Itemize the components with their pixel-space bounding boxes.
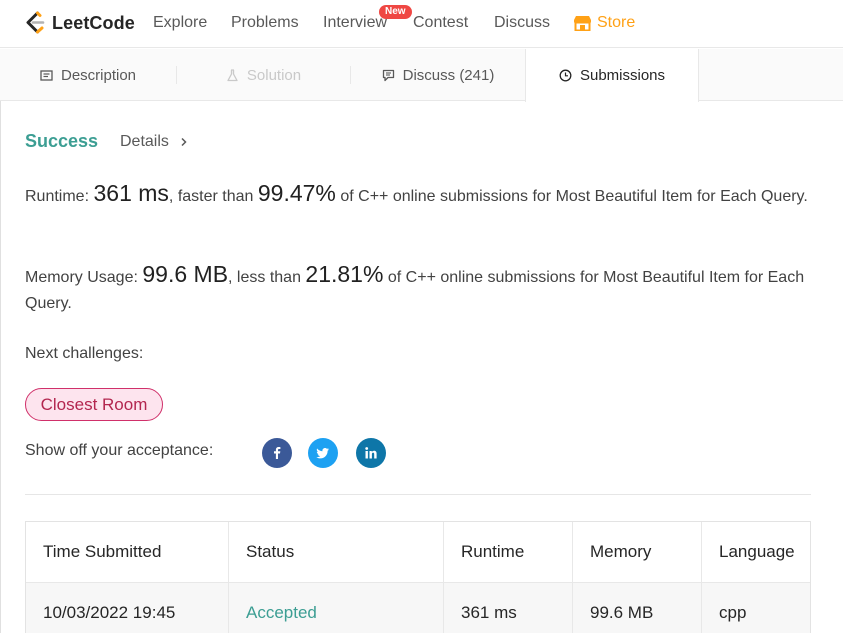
tab-description[interactable]: Description <box>0 49 176 101</box>
cell-language: cpp <box>719 603 747 622</box>
nav-discuss[interactable]: Discuss <box>494 14 550 32</box>
leetcode-logo-icon <box>26 11 45 34</box>
nav-contest[interactable]: Contest <box>413 14 468 32</box>
column-header-runtime[interactable]: Runtime <box>444 522 573 582</box>
new-badge: New <box>379 5 412 19</box>
cell-status-link[interactable]: Accepted <box>229 583 444 633</box>
column-header-time[interactable]: Time Submitted <box>26 522 229 582</box>
linkedin-icon[interactable] <box>356 438 386 468</box>
details-label: Details <box>120 133 169 150</box>
memory-label: Memory Usage: <box>25 269 138 286</box>
runtime-value: 361 ms <box>93 180 169 206</box>
problem-tabbar: Description Solution Discuss (241) Submi… <box>0 49 843 102</box>
tab-discuss[interactable]: Discuss (241) <box>351 49 525 101</box>
twitter-glyph <box>316 448 329 459</box>
column-header-memory[interactable]: Memory <box>573 522 702 582</box>
share-label: Show off your acceptance: <box>25 442 214 459</box>
runtime-comparison: , faster than <box>168 188 254 205</box>
runtime-suffix: of C++ online submissions for Most Beaut… <box>340 188 808 205</box>
nav-problems[interactable]: Problems <box>231 14 299 32</box>
submissions-table: Time Submitted Status Runtime Memory Lan… <box>25 521 811 633</box>
memory-comparison: , less than <box>228 269 301 286</box>
facebook-icon[interactable] <box>262 438 292 468</box>
twitter-icon[interactable] <box>308 438 338 468</box>
cell-time: 10/03/2022 19:45 <box>26 583 229 633</box>
flask-icon <box>227 68 238 81</box>
column-header-language[interactable]: Language <box>702 522 810 582</box>
nav-interview[interactable]: Interview <box>323 14 387 32</box>
chevron-right-icon <box>181 137 187 147</box>
store-label: Store <box>597 14 636 31</box>
runtime-stat: Runtime: 361 ms, faster than 99.47% of C… <box>25 180 815 210</box>
divider <box>25 494 811 495</box>
top-navbar: LeetCode Explore Problems Interview New … <box>0 0 843 48</box>
memory-value: 99.6 MB <box>142 261 229 287</box>
comment-icon <box>382 69 394 81</box>
cell-memory: 99.6 MB <box>573 583 702 633</box>
linkedin-glyph <box>365 447 377 459</box>
facebook-glyph <box>274 447 281 459</box>
memory-percent: 21.81% <box>305 261 384 287</box>
tab-description-label: Description <box>60 66 137 84</box>
table-row[interactable]: 10/03/2022 19:45 Accepted 361 ms 99.6 MB… <box>26 583 810 633</box>
description-icon <box>40 69 53 81</box>
memory-stat: Memory Usage: 99.6 MB, less than 21.81% … <box>25 261 815 317</box>
nav-explore[interactable]: Explore <box>153 14 207 32</box>
runtime-percent: 99.47% <box>257 180 336 206</box>
store-icon <box>574 16 591 31</box>
panel-border <box>0 101 1 633</box>
runtime-label: Runtime: <box>25 188 90 205</box>
tab-submissions-label: Submissions <box>579 67 666 84</box>
column-header-status[interactable]: Status <box>229 522 444 582</box>
clock-icon <box>559 69 572 82</box>
tab-solution-label: Solution <box>246 66 302 84</box>
leetcode-logo[interactable]: LeetCode <box>24 10 135 36</box>
tab-submissions[interactable]: Submissions <box>525 49 699 102</box>
tab-solution[interactable]: Solution <box>177 49 350 101</box>
result-status: Success <box>25 131 99 151</box>
nav-store[interactable]: Store <box>573 14 635 32</box>
tab-discuss-label: Discuss (241) <box>402 66 495 84</box>
cell-runtime: 361 ms <box>444 583 573 633</box>
brand-name: LeetCode <box>52 12 135 33</box>
table-header-row: Time Submitted Status Runtime Memory Lan… <box>26 522 810 583</box>
challenge-closest-room[interactable]: Closest Room <box>25 388 163 421</box>
details-link[interactable]: Details <box>120 133 189 151</box>
next-challenges-label: Next challenges: <box>25 345 144 362</box>
